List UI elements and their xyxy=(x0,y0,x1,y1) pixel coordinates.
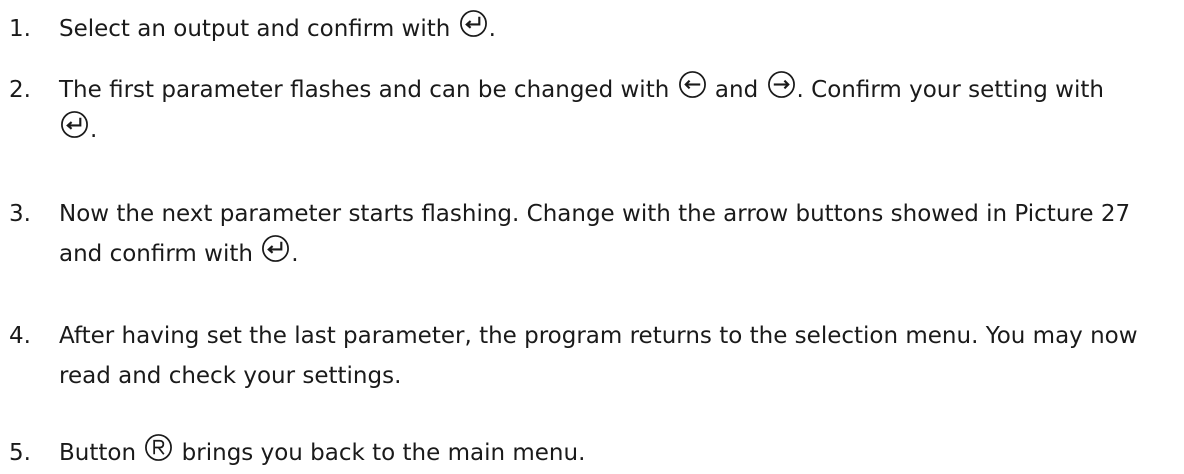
step-text: Select an output and confirm with . xyxy=(59,9,1174,49)
arrow-right-icon xyxy=(767,70,796,99)
step-text-continued: read and check your settings. xyxy=(59,363,402,389)
step-text-part: . xyxy=(291,241,299,267)
enter-icon xyxy=(60,110,89,139)
step-text-continued: and confirm with . xyxy=(59,234,299,274)
step-text: Button brings you back to the main menu. xyxy=(59,433,1174,473)
step-text-part: brings you back to the main menu. xyxy=(181,440,586,466)
step-text-part: Select an output and confirm with xyxy=(59,16,451,42)
step-number: 4. xyxy=(9,323,31,349)
r-button-icon xyxy=(144,433,173,462)
step-text-part: . xyxy=(488,16,496,42)
step-number: 1. xyxy=(9,16,31,42)
step-text-part: . Confirm your setting with xyxy=(796,77,1104,103)
step-text-part: and confirm with xyxy=(59,241,253,267)
step-text: Now the next parameter starts flashing. … xyxy=(59,201,1131,227)
step-text-part: The first parameter flashes and can be c… xyxy=(59,77,670,103)
step-text-continued: . xyxy=(59,110,97,150)
step-number: 5. xyxy=(9,440,31,466)
step-number: 2. xyxy=(9,77,31,103)
step-text: After having set the last parameter, the… xyxy=(59,323,1138,349)
step-text-part: . xyxy=(90,117,98,143)
step-text: The first parameter flashes and can be c… xyxy=(59,70,1174,110)
step-text-part: and xyxy=(714,77,759,103)
step-text-part: Button xyxy=(59,440,137,466)
arrow-left-icon xyxy=(678,70,707,99)
enter-icon xyxy=(261,234,290,263)
enter-icon xyxy=(459,9,488,38)
step-number: 3. xyxy=(9,201,31,227)
